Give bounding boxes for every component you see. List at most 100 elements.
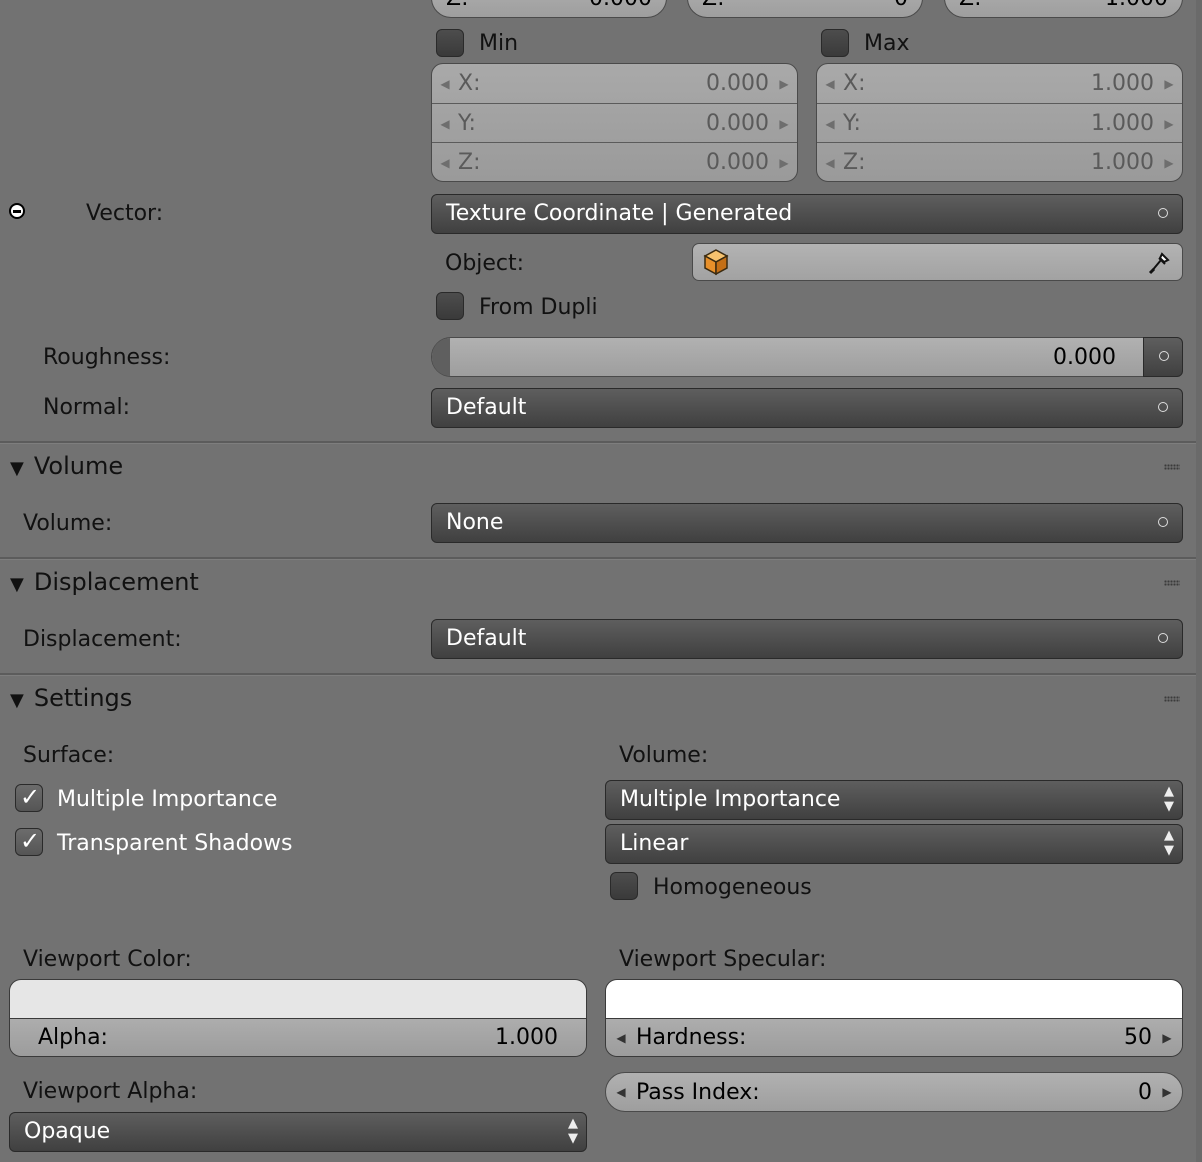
max-checkbox[interactable] bbox=[821, 29, 849, 57]
volume-label: Volume: bbox=[23, 511, 113, 536]
up-down-arrows-icon: ▲ ▼ bbox=[1164, 828, 1174, 858]
min-vector-field[interactable]: ◀ X: 0.000 ▶ ◀ Y: 0.000 ▶ ◀ Z: 0.000 ▶ bbox=[431, 63, 798, 182]
min-x-row[interactable]: ◀ X: 0.000 ▶ bbox=[432, 64, 797, 103]
top-z-value-1: 0.000 bbox=[589, 0, 652, 11]
alpha-slider[interactable]: Alpha: 1.000 bbox=[10, 1019, 586, 1056]
multiple-importance-label: Multiple Importance bbox=[57, 787, 278, 812]
object-label: Object: bbox=[445, 251, 525, 276]
top-z-field-2[interactable]: Z: 0 bbox=[687, 0, 923, 18]
decrement-arrow-icon[interactable]: ◀ bbox=[606, 1085, 636, 1099]
panel-separator bbox=[0, 673, 1196, 676]
decrement-arrow-icon[interactable]: ◀ bbox=[817, 156, 843, 170]
max-z-row[interactable]: ◀ Z: 1.000 ▶ bbox=[817, 142, 1182, 182]
pass-index-label: Pass Index: bbox=[636, 1079, 760, 1105]
increment-arrow-icon[interactable]: ▶ bbox=[1156, 117, 1182, 131]
volume-sampling-select[interactable]: Multiple Importance ▲ ▼ bbox=[605, 780, 1183, 820]
min-z-row[interactable]: ◀ Z: 0.000 ▶ bbox=[432, 142, 797, 182]
normal-label: Normal: bbox=[43, 395, 131, 420]
decrement-arrow-icon[interactable]: ◀ bbox=[432, 156, 458, 170]
top-z-value-3: 1.000 bbox=[1105, 0, 1168, 11]
top-z-value-2: 0 bbox=[894, 0, 908, 11]
socket-icon bbox=[1158, 517, 1168, 527]
collapse-triangle-icon[interactable]: ▼ bbox=[10, 690, 24, 711]
viewport-specular-group: ◀ Hardness: 50 ▶ bbox=[605, 979, 1183, 1057]
collapse-triangle-icon[interactable]: ▼ bbox=[10, 458, 24, 479]
increment-arrow-icon[interactable]: ▶ bbox=[1152, 1031, 1182, 1045]
panel-separator bbox=[0, 441, 1196, 444]
vector-input-menu[interactable]: Texture Coordinate | Generated bbox=[431, 194, 1183, 234]
drag-grip-icon[interactable] bbox=[1164, 464, 1180, 470]
from-dupli-checkbox[interactable] bbox=[436, 292, 464, 320]
vector-input-value: Texture Coordinate | Generated bbox=[446, 201, 793, 226]
up-down-arrows-icon: ▲ ▼ bbox=[568, 1116, 578, 1146]
viewport-alpha-select[interactable]: Opaque ▲ ▼ bbox=[9, 1112, 587, 1152]
displacement-panel-title: Displacement bbox=[33, 568, 199, 596]
top-z-field-3[interactable]: Z: 1.000 bbox=[944, 0, 1183, 18]
increment-arrow-icon[interactable]: ▶ bbox=[771, 117, 797, 131]
normal-menu[interactable]: Default bbox=[431, 388, 1183, 428]
viewport-color-swatch[interactable] bbox=[10, 980, 586, 1019]
viewport-alpha-label: Viewport Alpha: bbox=[23, 1079, 198, 1104]
checkmark-icon: ✓ bbox=[20, 783, 41, 811]
max-x-value: 1.000 bbox=[1091, 71, 1154, 96]
homogeneous-checkbox[interactable] bbox=[610, 872, 638, 900]
viewport-specular-swatch[interactable] bbox=[606, 980, 1182, 1019]
displacement-menu[interactable]: Default bbox=[431, 619, 1183, 659]
increment-arrow-icon[interactable]: ▶ bbox=[1152, 1085, 1182, 1099]
panel-separator bbox=[0, 557, 1196, 560]
decrement-arrow-icon[interactable]: ◀ bbox=[606, 1031, 636, 1045]
cube-icon bbox=[703, 249, 729, 276]
min-x-value: 0.000 bbox=[706, 71, 769, 96]
volume-menu[interactable]: None bbox=[431, 503, 1183, 543]
displacement-panel-header[interactable]: ▼ Displacement bbox=[10, 567, 199, 600]
volume-panel-title: Volume bbox=[33, 452, 124, 480]
roughness-socket-button[interactable] bbox=[1143, 337, 1183, 377]
volume-interpolation-select[interactable]: Linear ▲ ▼ bbox=[605, 824, 1183, 864]
decrement-arrow-icon[interactable]: ◀ bbox=[817, 77, 843, 91]
vector-label: Vector: bbox=[86, 201, 164, 226]
socket-icon bbox=[1158, 633, 1168, 643]
min-checkbox[interactable] bbox=[436, 29, 464, 57]
roughness-slider[interactable]: 0.000 bbox=[431, 337, 1145, 377]
viewport-color-group: Alpha: 1.000 bbox=[9, 979, 587, 1057]
settings-panel-header[interactable]: ▼ Settings bbox=[10, 683, 132, 716]
eyedropper-icon[interactable] bbox=[1146, 248, 1172, 276]
drag-grip-icon[interactable] bbox=[1164, 696, 1180, 702]
collapse-triangle-icon[interactable]: ▼ bbox=[10, 574, 24, 595]
volume-value: None bbox=[446, 510, 504, 535]
pass-index-field[interactable]: ◀ Pass Index: 0 ▶ bbox=[605, 1072, 1183, 1112]
top-z-field-1[interactable]: Z: 0.000 bbox=[431, 0, 667, 18]
socket-icon bbox=[1158, 402, 1168, 412]
hardness-field[interactable]: ◀ Hardness: 50 ▶ bbox=[606, 1019, 1182, 1056]
max-y-row[interactable]: ◀ Y: 1.000 ▶ bbox=[817, 103, 1182, 143]
decrement-arrow-icon[interactable]: ◀ bbox=[432, 117, 458, 131]
min-x-key: X: bbox=[458, 71, 481, 96]
increment-arrow-icon[interactable]: ▶ bbox=[1156, 77, 1182, 91]
from-dupli-label: From Dupli bbox=[479, 295, 598, 320]
socket-icon bbox=[1158, 208, 1168, 218]
min-z-key: Z: bbox=[458, 150, 481, 175]
max-vector-field[interactable]: ◀ X: 1.000 ▶ ◀ Y: 1.000 ▶ ◀ Z: 1.000 ▶ bbox=[816, 63, 1183, 182]
increment-arrow-icon[interactable]: ▶ bbox=[1156, 156, 1182, 170]
displacement-value: Default bbox=[446, 626, 527, 651]
decrement-arrow-icon[interactable]: ◀ bbox=[817, 117, 843, 131]
transparent-shadows-label: Transparent Shadows bbox=[57, 831, 293, 856]
decrement-arrow-icon[interactable]: ◀ bbox=[432, 77, 458, 91]
alpha-value: 1.000 bbox=[495, 1025, 558, 1050]
checkmark-icon: ✓ bbox=[20, 827, 41, 855]
multiple-importance-checkbox[interactable]: ✓ bbox=[15, 783, 43, 812]
drag-grip-icon[interactable] bbox=[1164, 580, 1180, 586]
increment-arrow-icon[interactable]: ▶ bbox=[771, 77, 797, 91]
socket-icon bbox=[1159, 351, 1169, 361]
min-y-row[interactable]: ◀ Y: 0.000 ▶ bbox=[432, 103, 797, 143]
object-field[interactable] bbox=[692, 243, 1183, 281]
top-z-key-1: Z: bbox=[446, 0, 468, 11]
volume-panel-header[interactable]: ▼ Volume bbox=[10, 451, 123, 484]
max-x-row[interactable]: ◀ X: 1.000 ▶ bbox=[817, 64, 1182, 103]
max-z-value: 1.000 bbox=[1091, 150, 1154, 175]
transparent-shadows-checkbox[interactable]: ✓ bbox=[15, 827, 43, 856]
max-z-key: Z: bbox=[843, 150, 866, 175]
minus-circle-icon[interactable] bbox=[9, 203, 25, 219]
increment-arrow-icon[interactable]: ▶ bbox=[771, 156, 797, 170]
homogeneous-label: Homogeneous bbox=[653, 875, 812, 900]
